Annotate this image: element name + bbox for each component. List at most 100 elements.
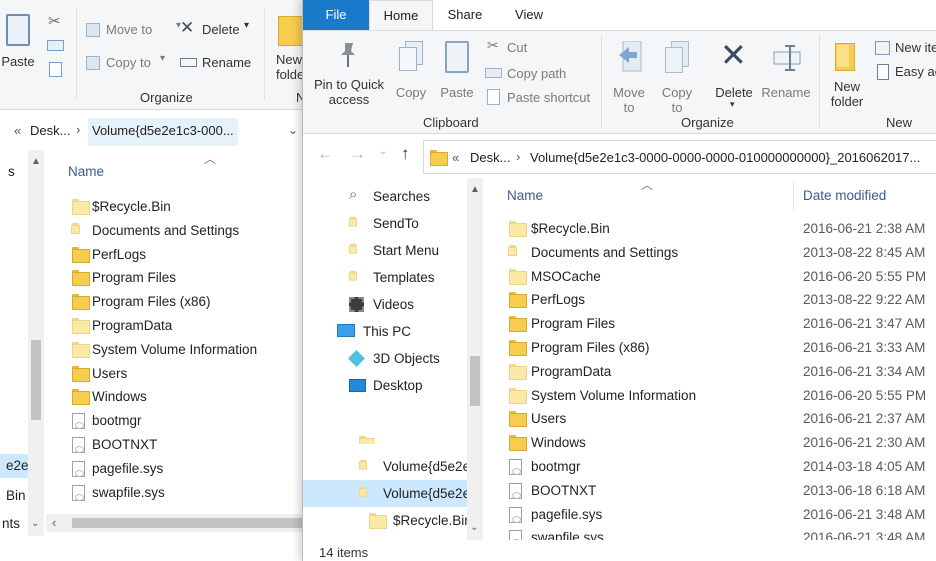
- back-nav-item[interactable]: Bin: [6, 488, 26, 503]
- recent-chevron-icon[interactable]: ⌄: [379, 146, 387, 157]
- address-bar[interactable]: « Desk... › Volume{d5e2e1c3-0000-0000-00…: [423, 140, 936, 174]
- new-folder-icon: [835, 43, 855, 71]
- back-nav-item[interactable]: nts: [2, 516, 20, 531]
- new-folder-icon: [278, 16, 304, 46]
- nav-item[interactable]: Videos: [349, 294, 479, 316]
- file-row[interactable]: Documents and Settings 2013-08-22 8:45 AM: [487, 242, 936, 264]
- nav-scrollbar[interactable]: ▲ ⌄: [467, 178, 483, 540]
- back-file-row[interactable]: pagefile.sys: [62, 458, 302, 480]
- file-row[interactable]: bootmgr 2014-03-18 4:05 AM: [487, 456, 936, 478]
- file-row[interactable]: swapfile.sys 2016-06-21 3:48 AM: [487, 527, 936, 540]
- back-nav-item[interactable]: e2e: [6, 458, 29, 473]
- h-scroll-thumb[interactable]: [72, 518, 302, 528]
- tab-view[interactable]: View: [499, 0, 559, 30]
- rename-button[interactable]: Rename: [761, 37, 811, 113]
- file-icon: [72, 437, 85, 453]
- file-row[interactable]: PerfLogs 2013-08-22 9:22 AM: [487, 289, 936, 311]
- tab-file[interactable]: File: [303, 0, 369, 30]
- nav-item[interactable]: This PC: [337, 321, 469, 343]
- nav-item[interactable]: SendTo: [348, 213, 479, 235]
- paste-button[interactable]: Paste: [437, 37, 477, 113]
- back-nav-scrollbar[interactable]: ▲ ⌄: [28, 150, 44, 536]
- back-arrow-icon[interactable]: ←: [317, 144, 334, 164]
- back-paste-button[interactable]: Paste: [0, 10, 40, 72]
- file-row[interactable]: Windows 2016-06-21 2:30 AM: [487, 432, 936, 454]
- nav-item[interactable]: Desktop: [349, 375, 479, 397]
- back-file-row[interactable]: System Volume Information: [62, 339, 302, 361]
- chevron-down-icon[interactable]: ⌄: [288, 123, 298, 137]
- back-file-row[interactable]: Documents and Settings: [62, 220, 302, 242]
- back-address-bar[interactable]: « Desk... › Volume{d5e2e1c3-000... ⌄: [0, 118, 302, 146]
- back-file-row[interactable]: ProgramData: [62, 315, 302, 337]
- file-row[interactable]: $Recycle.Bin 2016-06-21 2:38 AM: [487, 218, 936, 240]
- nav-item[interactable]: 3D Objects: [348, 348, 479, 370]
- file-name: Windows: [531, 435, 586, 451]
- breadcrumb-desktop[interactable]: Desk...: [470, 150, 510, 165]
- new-item-button[interactable]: New ite: [873, 39, 936, 59]
- file-row[interactable]: System Volume Information 2016-06-20 5:55…: [487, 385, 936, 407]
- file-row[interactable]: ProgramData 2016-06-21 3:34 AM: [487, 361, 936, 383]
- clipboard-icon: [6, 14, 30, 46]
- file-row[interactable]: Program Files (x86) 2016-06-21 3:33 AM: [487, 337, 936, 359]
- back-paste-label: Paste: [1, 54, 35, 69]
- nav-item[interactable]: Templates: [348, 267, 479, 289]
- back-file-row[interactable]: $Recycle.Bin: [62, 196, 302, 218]
- copy-to-label: Copy to: [661, 85, 693, 115]
- file-row[interactable]: pagefile.sys 2016-06-21 3:48 AM: [487, 504, 936, 526]
- new-folder-button[interactable]: New folder: [823, 37, 871, 113]
- scroll-thumb[interactable]: [470, 356, 480, 406]
- file-row[interactable]: Program Files 2016-06-21 3:47 AM: [487, 313, 936, 335]
- file-icon: [509, 506, 522, 523]
- nav-item[interactable]: ⌕ Searches: [349, 186, 479, 208]
- back-file-row[interactable]: Windows: [62, 386, 302, 408]
- back-paste-shortcut-icon[interactable]: [49, 62, 62, 77]
- breadcrumb-volume[interactable]: Volume{d5e2e1c3-000...: [88, 118, 238, 146]
- delete-x-icon: ✕: [720, 37, 747, 73]
- back-cut-icon[interactable]: ✂: [48, 12, 64, 30]
- folder-icon: [509, 411, 527, 428]
- copy-to-button[interactable]: Copy to: [655, 37, 699, 115]
- back-file-row[interactable]: PerfLogs: [62, 244, 302, 266]
- folder-icon: [430, 150, 448, 166]
- back-column-name[interactable]: Name: [68, 164, 104, 179]
- sort-up-icon: ︿: [641, 178, 654, 192]
- move-to-button[interactable]: Move to: [607, 37, 651, 115]
- folder-icon: [509, 221, 527, 237]
- scroll-thumb[interactable]: [31, 340, 41, 420]
- breadcrumb-separator: «: [452, 150, 460, 165]
- tab-share[interactable]: Share: [435, 0, 495, 30]
- breadcrumb-volume[interactable]: Volume{d5e2e1c3-0000-0000-0000-010000000…: [530, 150, 920, 165]
- folder-icon: [72, 270, 90, 287]
- column-name[interactable]: Name: [507, 188, 543, 203]
- delete-button[interactable]: ✕ Delete ▾: [711, 37, 757, 113]
- back-h-scrollbar[interactable]: ‹: [46, 514, 302, 532]
- copy-button[interactable]: Copy: [391, 37, 431, 113]
- back-file-name: System Volume Information: [92, 341, 258, 357]
- up-arrow-icon[interactable]: ↑: [401, 144, 410, 164]
- back-file-row[interactable]: swapfile.sys: [62, 482, 302, 504]
- back-file-row[interactable]: Program Files (x86): [62, 291, 302, 313]
- back-new-folder-button[interactable]: New folder: [270, 10, 304, 85]
- file-row[interactable]: MSOCache 2016-06-20 5:55 PM: [487, 266, 936, 288]
- pin-quick-access-button[interactable]: Pin to Quick access: [309, 37, 387, 113]
- tab-home[interactable]: Home: [369, 0, 433, 30]
- back-file-row[interactable]: BOOTNXT: [62, 434, 302, 456]
- column-divider[interactable]: [793, 180, 794, 210]
- copy-to-icon: [86, 56, 100, 70]
- back-file-name: Documents and Settings: [92, 222, 240, 238]
- breadcrumb-desktop[interactable]: Desk...: [30, 123, 70, 138]
- back-file-row[interactable]: Program Files: [62, 267, 302, 289]
- column-date-modified[interactable]: Date modified: [803, 188, 886, 203]
- delete-label: Delete: [715, 85, 753, 100]
- forward-arrow-icon[interactable]: →: [349, 144, 366, 164]
- back-file-row[interactable]: bootmgr: [62, 410, 302, 432]
- folder-icon: [72, 341, 90, 358]
- folder-icon: [509, 435, 527, 452]
- file-row[interactable]: BOOTNXT 2013-06-18 6:18 AM: [487, 480, 936, 502]
- file-row[interactable]: Users 2016-06-21 2:37 AM: [487, 408, 936, 430]
- easy-access-button[interactable]: Easy ac: [873, 63, 936, 83]
- back-file-row[interactable]: Users: [62, 363, 302, 385]
- back-nav-item[interactable]: s: [8, 164, 15, 179]
- back-copy-path-icon[interactable]: [47, 40, 64, 51]
- nav-item[interactable]: Start Menu: [348, 240, 479, 262]
